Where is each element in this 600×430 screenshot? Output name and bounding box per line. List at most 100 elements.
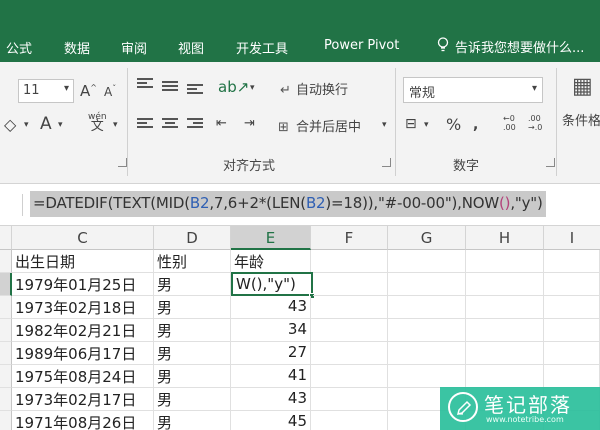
- tab-review[interactable]: 审阅: [121, 38, 147, 57]
- align-left-icon[interactable]: [137, 118, 153, 132]
- column-header-d[interactable]: D: [154, 226, 231, 250]
- comma-style-icon[interactable]: ,: [473, 117, 478, 133]
- dialog-launcher-icon[interactable]: [382, 158, 391, 167]
- bottom-align-icon[interactable]: [187, 84, 203, 98]
- column-header-h[interactable]: H: [466, 226, 544, 250]
- wrap-text-button[interactable]: ↵ 自动换行: [280, 79, 348, 98]
- font-color-icon[interactable]: A: [40, 114, 52, 134]
- row-header[interactable]: [0, 411, 12, 430]
- cell-birthdate[interactable]: 1979年01月25日: [12, 273, 154, 296]
- cell-birthdate[interactable]: 1989年06月17日: [12, 342, 154, 365]
- cell-age[interactable]: 43: [231, 388, 311, 411]
- fill-color-icon[interactable]: ◇: [4, 115, 16, 134]
- cell-gender[interactable]: 男: [154, 365, 231, 388]
- row-header[interactable]: [0, 273, 12, 296]
- cell-i[interactable]: [544, 365, 600, 388]
- select-all-corner[interactable]: [0, 226, 12, 250]
- chevron-down-icon[interactable]: ▾: [382, 120, 387, 130]
- increase-decimal-icon[interactable]: ←0.00: [503, 114, 516, 132]
- tab-developer[interactable]: 开发工具: [236, 38, 288, 57]
- cell-h[interactable]: [466, 319, 544, 342]
- cell-gender[interactable]: 男: [154, 411, 231, 430]
- cell-h[interactable]: [466, 273, 544, 296]
- cell-h[interactable]: [466, 365, 544, 388]
- cell-i[interactable]: [544, 342, 600, 365]
- cell-h[interactable]: [466, 250, 544, 273]
- chevron-down-icon[interactable]: ▾: [250, 83, 255, 93]
- row-header[interactable]: [0, 342, 12, 365]
- chevron-down-icon[interactable]: ▾: [113, 120, 118, 130]
- cell-d-header[interactable]: 性别: [154, 250, 231, 273]
- cell-i[interactable]: [544, 319, 600, 342]
- cell-f[interactable]: [311, 296, 388, 319]
- percent-style-icon[interactable]: %: [446, 115, 461, 134]
- cell-i[interactable]: [544, 296, 600, 319]
- number-format-select[interactable]: 常规 ▾: [403, 77, 543, 103]
- row-header[interactable]: [0, 388, 12, 411]
- cell-f[interactable]: [311, 319, 388, 342]
- decrease-decimal-icon[interactable]: .00 →.0: [528, 114, 542, 132]
- cell-i[interactable]: [544, 273, 600, 296]
- cell-birthdate[interactable]: 1982年02月21日: [12, 319, 154, 342]
- row-header[interactable]: [0, 296, 12, 319]
- cell-age[interactable]: 45: [231, 411, 311, 430]
- cell-birthdate[interactable]: 1975年08月24日: [12, 365, 154, 388]
- increase-indent-icon[interactable]: ⇥: [244, 116, 255, 131]
- font-size-select[interactable]: 11 ▾: [18, 79, 74, 103]
- cell-age[interactable]: 43: [231, 296, 311, 319]
- cell-g[interactable]: [388, 296, 466, 319]
- cell-gender[interactable]: 男: [154, 319, 231, 342]
- increase-font-icon[interactable]: A^: [80, 82, 97, 100]
- phonetic-guide-icon[interactable]: wén 文: [88, 112, 107, 133]
- cell-f[interactable]: [311, 411, 388, 430]
- column-header-e[interactable]: E: [231, 226, 311, 250]
- cell-gender[interactable]: 男: [154, 388, 231, 411]
- middle-align-icon[interactable]: [162, 81, 178, 95]
- cell-age[interactable]: 34: [231, 319, 311, 342]
- cell-f[interactable]: [313, 273, 388, 296]
- cell-f[interactable]: [311, 365, 388, 388]
- cell-e-header[interactable]: 年龄: [231, 250, 311, 273]
- tell-me-search[interactable]: 告诉我您想要做什么...: [437, 37, 584, 56]
- cell-age[interactable]: 27: [231, 342, 311, 365]
- cell-i[interactable]: [544, 250, 600, 273]
- cell-age[interactable]: 41: [231, 365, 311, 388]
- chevron-down-icon[interactable]: ▾: [24, 120, 29, 130]
- orientation-icon[interactable]: ab↗: [218, 78, 249, 96]
- column-header-f[interactable]: F: [311, 226, 388, 250]
- column-header-c[interactable]: C: [12, 226, 154, 250]
- dialog-launcher-icon[interactable]: [118, 158, 127, 167]
- cell-g[interactable]: [388, 273, 466, 296]
- tab-view[interactable]: 视图: [178, 38, 204, 57]
- cell-g[interactable]: [388, 250, 466, 273]
- merge-center-button[interactable]: ⊞ 合并后居中: [278, 116, 361, 135]
- tab-formulas[interactable]: 公式: [6, 38, 32, 57]
- cell-gender[interactable]: 男: [154, 273, 231, 296]
- column-header-i[interactable]: I: [544, 226, 600, 250]
- cell-gender[interactable]: 男: [154, 342, 231, 365]
- formula-input[interactable]: =DATEDIF(TEXT(MID(B2,7,6+2*(LEN(B2)=18))…: [30, 191, 546, 217]
- cell-age-editing[interactable]: W(),"y"): [231, 272, 313, 296]
- decrease-indent-icon[interactable]: ⇤: [216, 116, 227, 131]
- cell-birthdate[interactable]: 1973年02月17日: [12, 388, 154, 411]
- chevron-down-icon[interactable]: ▾: [58, 120, 63, 130]
- chevron-down-icon[interactable]: ▾: [424, 120, 429, 130]
- cell-f[interactable]: [311, 342, 388, 365]
- cell-g[interactable]: [388, 365, 466, 388]
- cell-h[interactable]: [466, 342, 544, 365]
- conditional-format-icon[interactable]: ▦: [572, 74, 593, 99]
- row-header[interactable]: [0, 319, 12, 342]
- align-center-icon[interactable]: [162, 118, 178, 132]
- tab-power-pivot[interactable]: Power Pivot: [324, 38, 399, 53]
- decrease-font-icon[interactable]: Aˇ: [104, 84, 116, 99]
- tab-data[interactable]: 数据: [64, 38, 90, 57]
- cell-f[interactable]: [311, 250, 388, 273]
- cell-h[interactable]: [466, 296, 544, 319]
- top-align-icon[interactable]: [137, 78, 153, 92]
- row-header[interactable]: [0, 365, 12, 388]
- cell-f[interactable]: [311, 388, 388, 411]
- cell-g[interactable]: [388, 342, 466, 365]
- cell-c-header[interactable]: 出生日期: [12, 250, 154, 273]
- align-right-icon[interactable]: [187, 118, 203, 132]
- column-header-g[interactable]: G: [388, 226, 466, 250]
